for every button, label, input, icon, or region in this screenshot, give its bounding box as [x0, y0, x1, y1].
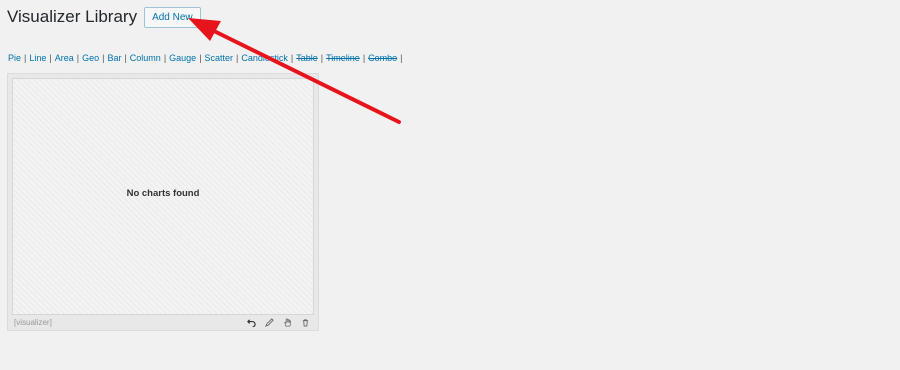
filter-separator: |	[290, 53, 294, 63]
page-header: Visualizer Library Add New	[7, 6, 201, 28]
filter-separator: |	[49, 53, 52, 63]
chart-shortcode[interactable]: [visualizer]	[14, 318, 52, 327]
filter-candlestick[interactable]: Candlestick	[241, 53, 288, 63]
undo-icon[interactable]	[247, 318, 256, 327]
filter-timeline[interactable]: Timeline	[326, 53, 360, 63]
filter-scatter[interactable]: Scatter	[205, 53, 234, 63]
filter-gauge[interactable]: Gauge	[169, 53, 196, 63]
filter-separator: |	[76, 53, 80, 63]
filter-separator: |	[400, 53, 403, 63]
filter-separator: |	[236, 53, 239, 63]
filter-separator: |	[163, 53, 167, 63]
filter-separator: |	[320, 53, 324, 63]
filter-area[interactable]: Area	[55, 53, 74, 63]
filter-bar[interactable]: Bar	[107, 53, 121, 63]
hand-icon[interactable]	[283, 317, 292, 327]
card-actions	[247, 317, 310, 327]
chart-type-filters: Pie | Line | Area | Geo | Bar | Column | Gauge | Scatt…	[8, 52, 406, 64]
pencil-icon[interactable]	[265, 317, 274, 327]
filter-separator: |	[102, 53, 105, 63]
page-title: Visualizer Library	[7, 7, 138, 26]
chart-card: No charts found [visualizer]	[7, 73, 319, 331]
filter-separator: |	[24, 53, 27, 63]
filter-table[interactable]: Table	[296, 53, 318, 63]
filter-line[interactable]: Line	[29, 53, 46, 63]
filter-combo[interactable]: Combo	[368, 53, 397, 63]
filter-separator: |	[199, 53, 202, 63]
card-footer: [visualizer]	[8, 314, 318, 330]
filter-pie[interactable]: Pie	[8, 53, 21, 63]
chart-preview-area: No charts found	[12, 78, 314, 315]
filter-separator: |	[362, 53, 366, 63]
trash-icon[interactable]	[301, 318, 310, 327]
add-new-button[interactable]: Add New	[144, 6, 201, 28]
filter-geo[interactable]: Geo	[82, 53, 99, 63]
empty-state-message: No charts found	[126, 188, 200, 199]
filter-column[interactable]: Column	[130, 53, 161, 63]
filter-separator: |	[124, 53, 127, 63]
